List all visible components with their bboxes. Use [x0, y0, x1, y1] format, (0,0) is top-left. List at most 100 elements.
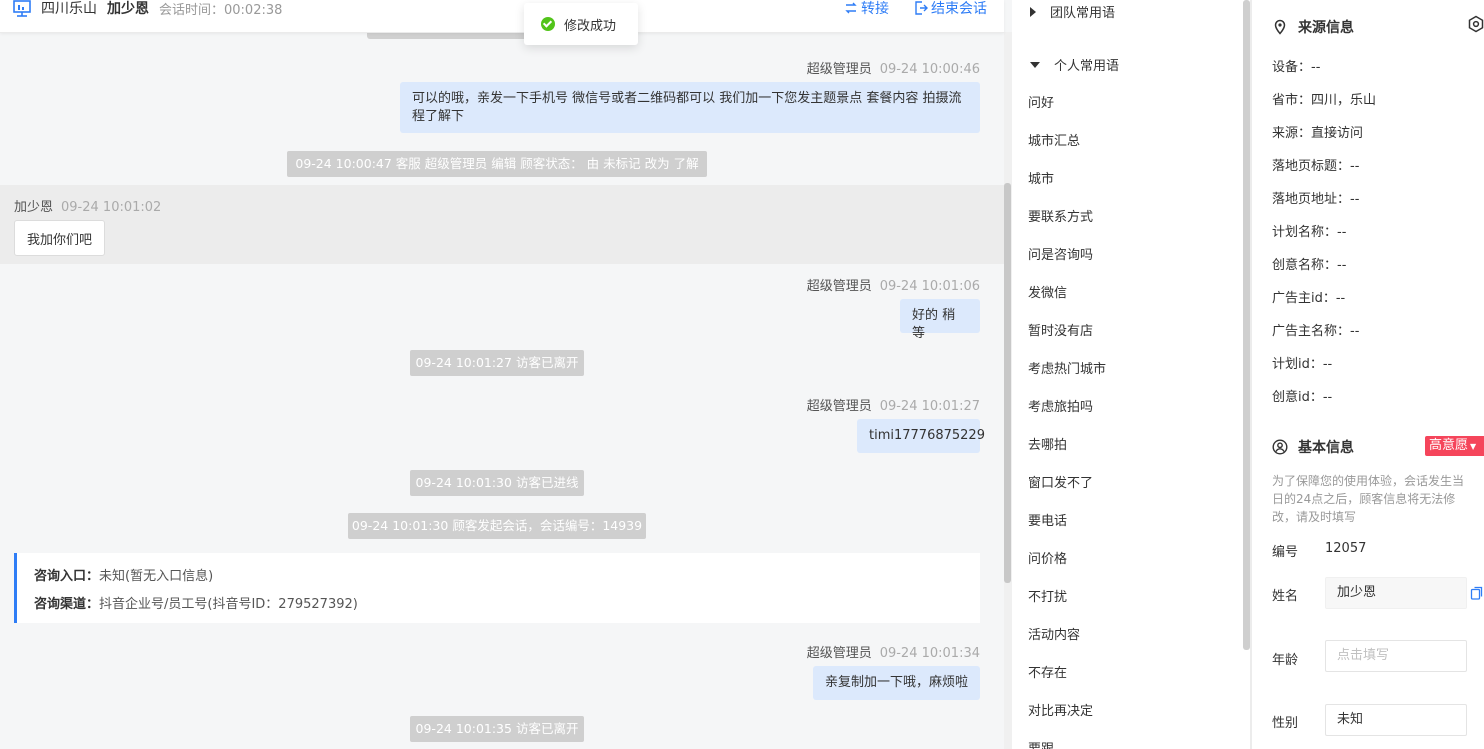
name-field: 加少恩: [1325, 577, 1467, 609]
message-time: 09-24 10:01:27: [879, 399, 980, 414]
message-meta: 加少恩 09-24 10:01:02: [14, 196, 161, 215]
message-time: 09-24 10:00:46: [879, 62, 980, 77]
basic-info-title: 基本信息: [1272, 437, 1354, 457]
phrase-item[interactable]: 城市汇总: [1028, 130, 1080, 149]
system-message: 09-24 10:01:27 访客已离开: [410, 350, 584, 376]
toast-text: 修改成功: [564, 18, 617, 34]
age-input[interactable]: 点击填写: [1325, 640, 1467, 672]
agent-message-bubble: 亲复制加一下哦，麻烦啦: [813, 666, 980, 700]
phrase-item[interactable]: 活动内容: [1028, 624, 1080, 643]
phrase-item[interactable]: 暂时没有店: [1028, 320, 1093, 339]
system-message: 09-24 10:00:47 客服 超级管理员 编辑 顾客状态： 由 未标记 改…: [287, 151, 707, 177]
phrase-item[interactable]: 要联系方式: [1028, 206, 1093, 225]
transfer-icon: [845, 2, 857, 14]
creative-name: 创意名称：--: [1272, 258, 1347, 273]
chat-scrollbar-thumb[interactable]: [1004, 183, 1011, 583]
intent-level-label: 高意愿: [1429, 438, 1469, 453]
monitor-icon: [12, 0, 32, 19]
agent-message-bubble: timi17776875229: [857, 419, 985, 453]
visitor-message-bubble: 我加你们吧: [14, 220, 105, 256]
phrase-item[interactable]: 要电话: [1028, 510, 1067, 529]
customer-info-panel: 来源信息 设备：-- 省市：四川，乐山 来源：直接访问 落地页标题：-- 落地页…: [1252, 0, 1484, 749]
message-meta: 超级管理员 09-24 10:01:27: [807, 395, 980, 414]
phrase-item[interactable]: 问价格: [1028, 548, 1067, 567]
phrase-group-label: 个人常用语: [1054, 59, 1120, 74]
quick-phrases-panel: 团队常用语 个人常用语 问好 城市汇总 城市 要联系方式 问是咨询吗 发微信 暂…: [1012, 0, 1250, 749]
phrase-group-team[interactable]: 团队常用语: [1030, 2, 1115, 21]
caret-down-icon: ▼: [1470, 442, 1477, 451]
landing-page-title: 落地页标题：--: [1272, 159, 1360, 174]
phrases-scrollbar-thumb[interactable]: [1243, 0, 1250, 650]
phrase-item[interactable]: 问好: [1028, 92, 1054, 111]
message-time: 09-24 10:01:34: [879, 646, 980, 661]
phrase-item[interactable]: 不打扰: [1028, 586, 1067, 605]
creative-id: 创意id：--: [1272, 390, 1333, 405]
age-label: 年龄: [1272, 653, 1299, 668]
message-time: 09-24 10:01:06: [879, 279, 980, 294]
settings-icon[interactable]: [1467, 15, 1484, 33]
user-circle-icon: [1272, 439, 1288, 455]
consult-entry-label: 咨询入口：: [34, 569, 100, 584]
phrase-item[interactable]: 不存在: [1028, 662, 1067, 681]
source-device: 设备：--: [1272, 60, 1321, 75]
agent-message-bubble: 可以的哦，亲发一下手机号 微信号或者二维码都可以 我们加一下您发主题景点 套餐内…: [400, 82, 980, 133]
check-circle-icon: [541, 17, 555, 31]
consult-channel-value: 抖音企业号/员工号(抖音号ID：279527392): [99, 597, 358, 612]
system-message: 09-24 10:01:35 访客已离开: [410, 716, 584, 742]
message-meta: 超级管理员 09-24 10:00:46: [807, 58, 980, 77]
phrase-item[interactable]: 窗口发不了: [1028, 472, 1093, 491]
customer-name: 加少恩: [107, 1, 149, 17]
advertiser-id: 广告主id：--: [1272, 291, 1346, 306]
edit-notice: 为了保障您的使用体验，会话发生当日的24点之后，顾客信息将无法修改，请及时填写: [1272, 474, 1465, 524]
system-message: 09-24 10:01:30 访客已进线: [410, 470, 584, 496]
agent-message-bubble: 好的 稍等: [900, 299, 980, 341]
source-info-title: 来源信息: [1272, 17, 1354, 37]
message-sender: 加少恩: [14, 200, 54, 215]
message-sender: 超级管理员: [806, 279, 872, 294]
system-message: 09-24 10:01:30 顾客发起会话，会话编号：14939: [348, 513, 646, 539]
transfer-button[interactable]: 转接: [843, 0, 889, 18]
phrase-item[interactable]: 考虑热门城市: [1028, 358, 1106, 377]
caret-right-icon: [1030, 6, 1036, 17]
consult-info-card: 咨询入口：未知(暂无入口信息) 咨询渠道：抖音企业号/员工号(抖音号ID：279…: [14, 553, 980, 623]
consult-entry: 咨询入口：未知(暂无入口信息): [34, 565, 213, 584]
message-sender: 超级管理员: [806, 62, 872, 77]
end-session-button[interactable]: 结束会话: [913, 0, 987, 18]
gender-label: 性别: [1272, 716, 1299, 731]
session-time: 会话时间：00:02:38: [159, 3, 283, 18]
phrase-item[interactable]: 问是咨询吗: [1028, 244, 1093, 263]
phrase-item[interactable]: 要跟: [1028, 738, 1054, 749]
message-meta: 超级管理员 09-24 10:01:34: [807, 642, 980, 661]
phrase-group-personal[interactable]: 个人常用语: [1030, 55, 1119, 74]
consult-channel: 咨询渠道：抖音企业号/员工号(抖音号ID：279527392): [34, 593, 358, 612]
chat-header: 四川乐山 加少恩 会话时间：00:02:38 转接 结束会话: [0, 0, 1004, 33]
chat-panel: 四川乐山 加少恩 会话时间：00:02:38 转接 结束会话 修改成功 超级管理…: [0, 0, 1012, 749]
phrase-item[interactable]: 城市: [1028, 168, 1054, 187]
transfer-label: 转接: [861, 1, 889, 17]
section-title-text: 来源信息: [1298, 20, 1354, 36]
copy-icon[interactable]: [1470, 586, 1484, 600]
end-session-label: 结束会话: [931, 1, 987, 17]
message-sender: 超级管理员: [806, 399, 872, 414]
source-province-city: 省市：四川，乐山: [1272, 93, 1377, 108]
intent-level-dropdown[interactable]: 高意愿 ▼: [1425, 436, 1484, 456]
app-root: 四川乐山 加少恩 会话时间：00:02:38 转接 结束会话 修改成功 超级管理…: [0, 0, 1484, 749]
plan-name: 计划名称：--: [1272, 225, 1347, 240]
phrase-item[interactable]: 去哪拍: [1028, 434, 1067, 453]
exit-icon: [915, 1, 928, 15]
phrase-item[interactable]: 对比再决定: [1028, 700, 1093, 719]
phrase-group-label: 团队常用语: [1050, 6, 1116, 21]
customer-id-label: 编号: [1272, 545, 1299, 560]
plan-id: 计划id：--: [1272, 357, 1333, 372]
gender-select[interactable]: 未知: [1325, 704, 1467, 736]
caret-down-icon: [1030, 61, 1040, 68]
landing-page-url: 落地页地址：--: [1272, 192, 1360, 207]
success-toast: 修改成功: [524, 3, 638, 45]
message-time: 09-24 10:01:02: [61, 200, 162, 215]
message-sender: 超级管理员: [806, 646, 872, 661]
phrase-item[interactable]: 考虑旅拍吗: [1028, 396, 1093, 415]
customer-location: 四川乐山: [41, 1, 97, 17]
name-label: 姓名: [1272, 589, 1299, 604]
phrase-item[interactable]: 发微信: [1028, 282, 1067, 301]
customer-id-value: 12057: [1325, 541, 1367, 556]
